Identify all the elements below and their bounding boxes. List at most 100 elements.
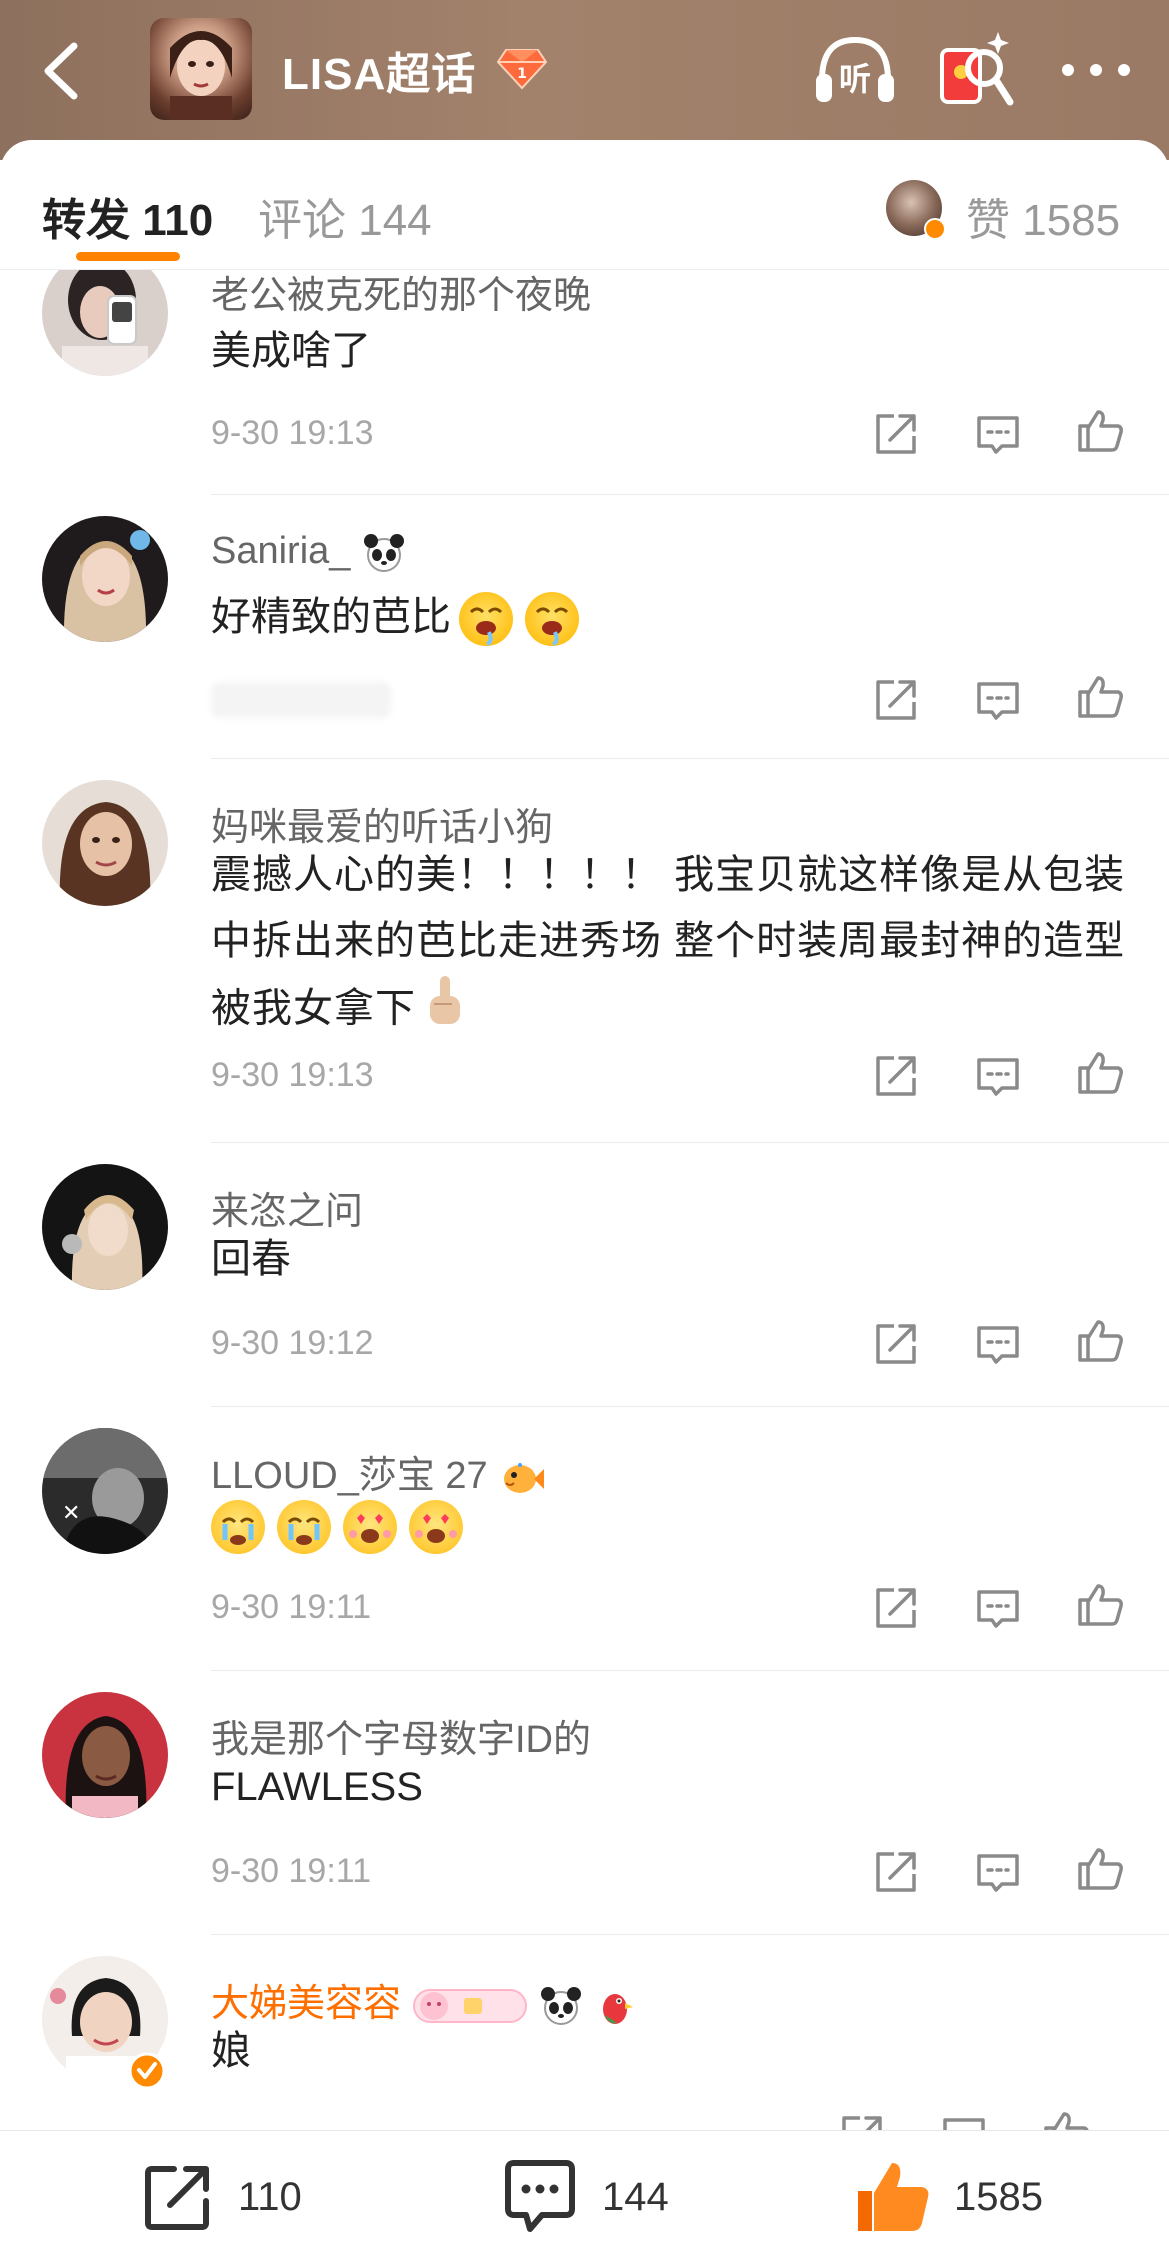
comment-text: 回春 xyxy=(211,1237,291,1281)
comment-button[interactable] xyxy=(974,1320,1022,1368)
svg-text:1: 1 xyxy=(517,66,527,82)
list-item[interactable]: Saniria_ 好精致的芭比 xyxy=(0,496,1169,760)
comment-icon xyxy=(977,1590,1019,1628)
share-button[interactable] xyxy=(872,1052,920,1100)
comment-button[interactable] xyxy=(974,410,1022,458)
like-button[interactable] xyxy=(1042,2108,1090,2130)
red-packet-search-button[interactable] xyxy=(936,28,1016,110)
thumbs-up-icon xyxy=(1078,1320,1123,1362)
like-button[interactable] xyxy=(1076,406,1124,454)
username[interactable]: LLOUD_莎宝 27 xyxy=(211,1444,546,1499)
thumbs-up-icon xyxy=(1078,1584,1123,1626)
like-button[interactable] xyxy=(1076,1048,1124,1096)
share-icon xyxy=(145,2166,209,2230)
share-button[interactable] xyxy=(872,676,920,724)
avatar[interactable] xyxy=(42,516,168,642)
gem-icon: 1 xyxy=(496,44,548,92)
listen-button[interactable]: 听 xyxy=(812,30,898,110)
share-icon xyxy=(876,1852,916,1892)
share-button[interactable] xyxy=(872,1848,920,1896)
username[interactable]: 老公被克死的那个夜晚 xyxy=(211,270,591,319)
more-button[interactable] xyxy=(1056,50,1136,90)
list-item[interactable]: 妈咪最爱的听话小狗 震撼人心的美！！！！！ 我宝贝就这样像是从包装中拆出来的芭比… xyxy=(0,760,1169,1144)
more-dots-icon xyxy=(1062,64,1130,76)
comment-icon xyxy=(943,2118,985,2130)
timestamp: 9-30 19:11 xyxy=(211,1588,372,1626)
divider xyxy=(211,758,1169,759)
list-item[interactable]: ✕ LLOUD_莎宝 27 9-30 19:11 xyxy=(0,1408,1169,1672)
tab-likes[interactable]: 赞 1585 xyxy=(966,184,1120,248)
list-item[interactable]: 老公被克死的那个夜晚 美成啥了 9-30 19:13 xyxy=(0,270,1169,495)
list-item[interactable]: 我是那个字母数字ID的 FLAWLESS 9-30 19:11 xyxy=(0,1672,1169,1936)
like-button[interactable] xyxy=(1076,1844,1124,1892)
repost-list[interactable]: 老公被克死的那个夜晚 美成啥了 9-30 19:13 Saniria_ 好精致的… xyxy=(0,270,1169,2130)
comment-button[interactable] xyxy=(974,676,1022,724)
share-icon xyxy=(876,1588,916,1628)
thumbs-up-icon xyxy=(1044,2112,1089,2130)
comment-count: 144 xyxy=(602,2174,669,2219)
timestamp xyxy=(211,682,391,718)
username[interactable]: Saniria_ xyxy=(211,530,407,573)
repost-count: 110 xyxy=(238,2174,302,2219)
tab-comment[interactable]: 评论 144 xyxy=(258,184,432,248)
topic-title: LISA超话 xyxy=(282,50,477,99)
heart-eyes-emoji-icon xyxy=(409,1500,463,1555)
comment-button[interactable]: 144 xyxy=(500,2157,669,2237)
like-button[interactable] xyxy=(1076,1316,1124,1364)
avatar[interactable] xyxy=(42,270,168,376)
share-button[interactable] xyxy=(872,1584,920,1632)
comment-icon xyxy=(977,1854,1019,1892)
share-icon xyxy=(876,1324,916,1364)
heart-eyes-emoji-icon xyxy=(343,1500,397,1555)
comment-icon xyxy=(977,682,1019,720)
svg-text:听: 听 xyxy=(839,60,871,98)
divider xyxy=(211,1934,1169,1935)
like-button[interactable]: 1585 xyxy=(852,2157,1043,2237)
list-item[interactable]: 大娣美容容 娘 xyxy=(0,1936,1169,2130)
divider xyxy=(211,494,1169,495)
comment-text xyxy=(211,1492,1131,1558)
share-button[interactable] xyxy=(838,2112,886,2130)
comment-button[interactable] xyxy=(974,1584,1022,1632)
divider xyxy=(211,1142,1169,1143)
svg-text:✕: ✕ xyxy=(62,1501,80,1526)
comment-button[interactable] xyxy=(974,1848,1022,1896)
avatar[interactable] xyxy=(42,780,168,906)
crying-emoji-icon xyxy=(211,1500,265,1555)
like-button[interactable] xyxy=(1076,1580,1124,1628)
avatar[interactable]: ✕ xyxy=(42,1428,168,1554)
divider xyxy=(211,1406,1169,1407)
avatar[interactable] xyxy=(42,1164,168,1290)
repost-button[interactable]: 110 xyxy=(140,2157,302,2237)
chevron-left-icon xyxy=(44,42,78,100)
timestamp: 9-30 19:13 xyxy=(211,414,374,452)
comment-button[interactable] xyxy=(974,1052,1022,1100)
comment-icon xyxy=(977,1326,1019,1364)
avatar[interactable] xyxy=(42,1692,168,1818)
comment-text: 娘 xyxy=(211,2029,251,2073)
comment-button[interactable] xyxy=(940,2112,988,2130)
topic-avatar[interactable] xyxy=(150,18,252,120)
back-button[interactable] xyxy=(30,36,100,106)
panda-badge-icon xyxy=(363,533,404,572)
share-button[interactable] xyxy=(872,1320,920,1368)
timestamp: 9-30 19:13 xyxy=(211,1056,374,1094)
comment-text: 好精致的芭比 xyxy=(211,584,1131,650)
comment-text: 震撼人心的美！！！！！ 我宝贝就这样像是从包装中拆出来的芭比走进秀场 整个时装周… xyxy=(211,842,1131,1048)
divider xyxy=(211,1670,1169,1671)
list-item[interactable]: 来恣之问 回春 9-30 19:12 xyxy=(0,1144,1169,1408)
like-button[interactable] xyxy=(1076,672,1124,720)
pointing-up-emoji-icon xyxy=(422,974,468,1048)
topic-header: LISA超话 1 听 xyxy=(0,0,1169,160)
share-button[interactable] xyxy=(872,410,920,458)
share-icon xyxy=(876,414,916,454)
verified-badge-icon xyxy=(128,2052,166,2090)
thumbs-up-icon xyxy=(1078,1052,1123,1094)
share-icon xyxy=(876,1056,916,1096)
red-packet-search-icon xyxy=(940,32,1014,106)
share-icon xyxy=(842,2116,882,2130)
thumbs-up-filled-icon xyxy=(858,2163,929,2231)
tab-repost[interactable]: 转发 110 xyxy=(42,184,213,248)
timestamp: 9-30 19:12 xyxy=(211,1324,374,1362)
comment-text: FLAWLESS xyxy=(211,1765,423,1809)
